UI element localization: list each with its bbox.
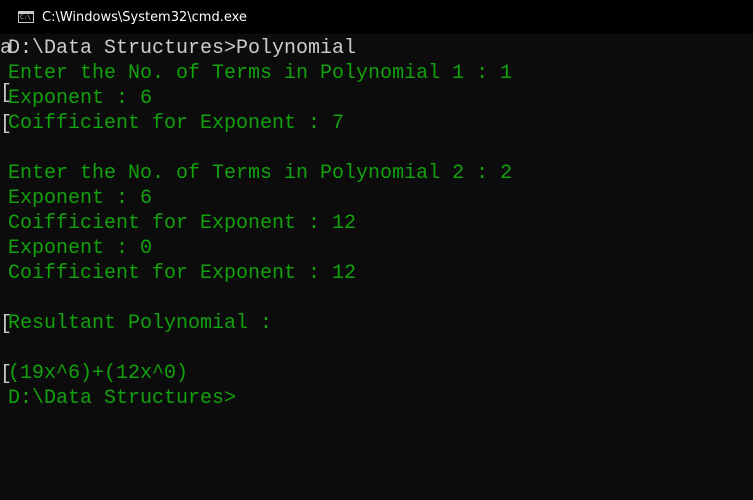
console-line: (19x^6)+(12x^0) bbox=[8, 362, 189, 385]
console-line: Coifficient for Exponent : 7 bbox=[8, 112, 345, 135]
cmd-window: C:\ C:\Windows\System32\cmd.exe a [ [ [ … bbox=[0, 0, 753, 500]
command-prompt-line: D:\Data Structures>Polynomial bbox=[8, 37, 357, 60]
cmd-icon-glyph: C:\ bbox=[20, 14, 31, 21]
console-line: Coifficient for Exponent : 12 bbox=[8, 212, 357, 235]
console-line: Exponent : 0 bbox=[8, 237, 153, 260]
console-output[interactable]: a [ [ [ [ D:\Data Structures>Polynomial … bbox=[0, 36, 753, 500]
cmd-icon: C:\ bbox=[18, 11, 34, 23]
console-line: Exponent : 6 bbox=[8, 187, 153, 210]
console-line: Resultant Polynomial : bbox=[8, 312, 273, 335]
console-line: D:\Data Structures> bbox=[8, 387, 237, 410]
title-bar[interactable]: C:\ C:\Windows\System32\cmd.exe bbox=[0, 0, 753, 34]
console-line: Enter the No. of Terms in Polynomial 1 :… bbox=[8, 62, 513, 85]
console-line: Enter the No. of Terms in Polynomial 2 :… bbox=[8, 162, 513, 185]
console-line: Coifficient for Exponent : 12 bbox=[8, 262, 357, 285]
window-title: C:\Windows\System32\cmd.exe bbox=[42, 9, 247, 25]
console-line: Exponent : 6 bbox=[8, 87, 153, 110]
